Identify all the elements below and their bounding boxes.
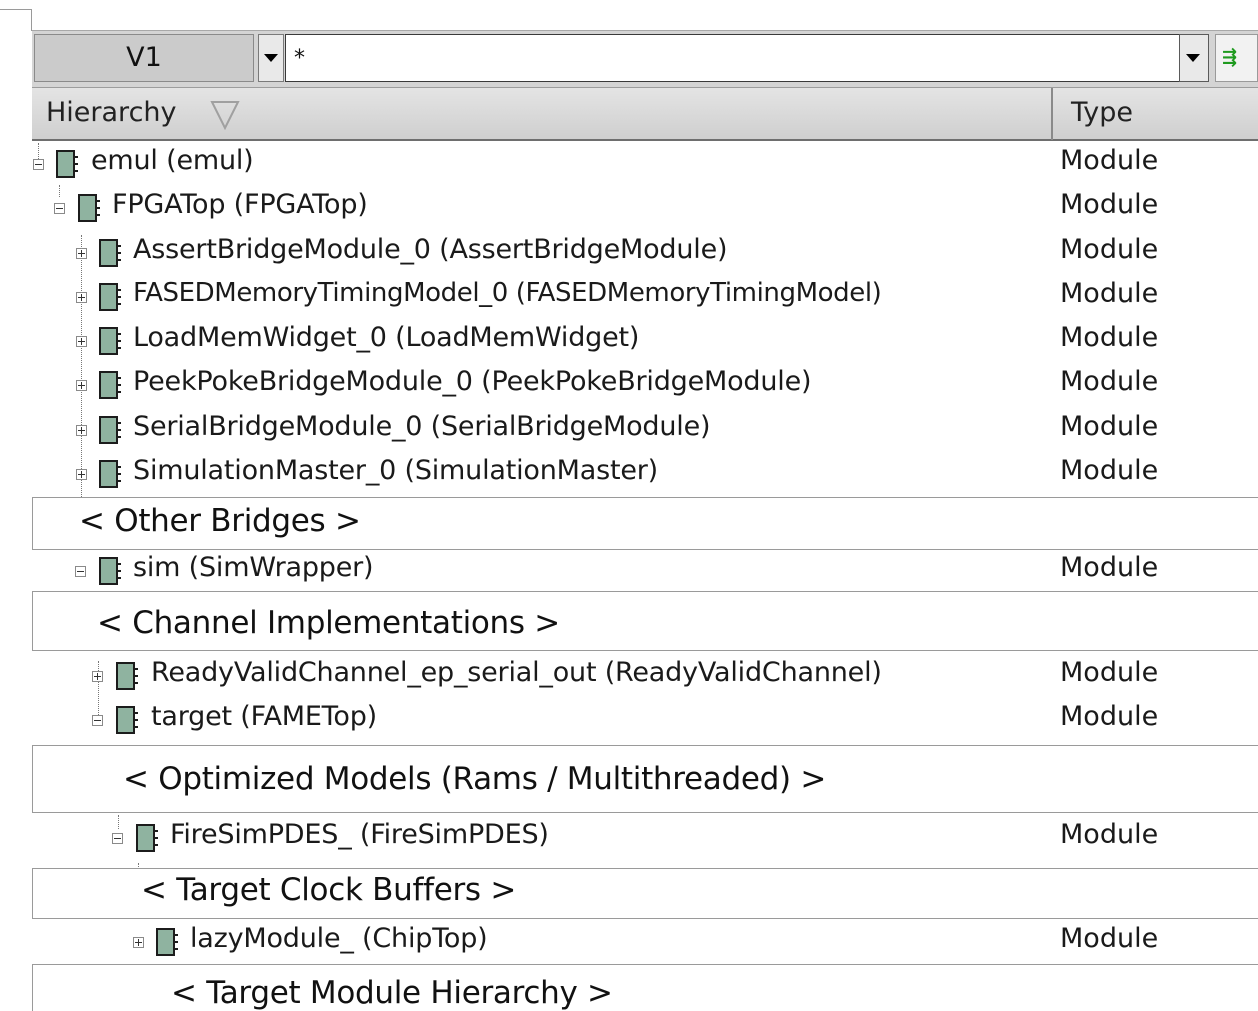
- tree-row-fased[interactable]: FASEDMemoryTimingModel_0 (FASEDMemoryTim…: [0, 278, 1258, 318]
- tree-item-label: emul (emul): [91, 145, 254, 176]
- section-label: < Target Module Hierarchy >: [171, 975, 613, 1011]
- tree-item-type: Module: [1060, 322, 1159, 353]
- tree-item-label: FASEDMemoryTimingModel_0 (FASEDMemoryTim…: [133, 278, 882, 308]
- corner-frame-line: [0, 9, 32, 10]
- tree-row-sim[interactable]: sim (SimWrapper) Module: [0, 552, 1258, 592]
- tree-row-readyvalid-channel[interactable]: ReadyValidChannel_ep_serial_out (ReadyVa…: [0, 657, 1258, 697]
- tree-item-label: FPGATop (FPGATop): [112, 189, 368, 220]
- module-icon: [99, 557, 121, 585]
- tree-item-label: lazyModule_ (ChipTop): [190, 923, 488, 954]
- section-separator-target-module-hierarchy: < Target Module Hierarchy >: [32, 964, 1258, 1011]
- module-icon: [99, 460, 121, 488]
- expand-icon[interactable]: [76, 469, 87, 480]
- filter-apply-icon: ⇶: [1222, 47, 1238, 68]
- tree-item-type: Module: [1060, 552, 1159, 583]
- expand-icon[interactable]: [76, 380, 87, 391]
- module-icon: [156, 928, 178, 956]
- section-separator-optimized-models: < Optimized Models (Rams / Multithreaded…: [32, 745, 1258, 813]
- tree-item-type: Module: [1060, 278, 1159, 309]
- expand-icon[interactable]: [76, 425, 87, 436]
- filter-input[interactable]: [285, 34, 1183, 82]
- tree-item-label: target (FAMETop): [151, 701, 377, 732]
- filter-apply-button[interactable]: ⇶: [1215, 34, 1258, 82]
- corner-frame-line: [31, 9, 32, 31]
- hierarchy-tree: emul (emul) Module FPGATop (FPGATop) Mod…: [0, 141, 1258, 1011]
- chevron-down-icon: [1186, 54, 1200, 62]
- tree-item-label: sim (SimWrapper): [133, 552, 374, 583]
- tree-row-lazy-module[interactable]: lazyModule_ (ChipTop) Module: [0, 923, 1258, 963]
- tree-header: Hierarchy Type: [32, 87, 1258, 141]
- column-divider[interactable]: [1051, 88, 1053, 140]
- expand-icon[interactable]: [92, 671, 103, 682]
- section-separator-other-bridges: < Other Bridges >: [32, 497, 1258, 550]
- tree-row-target[interactable]: target (FAMETop) Module: [0, 701, 1258, 741]
- tree-row-simulation-master[interactable]: SimulationMaster_0 (SimulationMaster) Mo…: [0, 455, 1258, 495]
- section-label: < Optimized Models (Rams / Multithreaded…: [123, 761, 827, 797]
- tree-item-type: Module: [1060, 145, 1159, 176]
- tree-row-emul[interactable]: emul (emul) Module: [0, 145, 1258, 185]
- section-label: < Other Bridges >: [79, 503, 361, 539]
- module-icon: [99, 371, 121, 399]
- tree-item-type: Module: [1060, 234, 1159, 265]
- expand-icon[interactable]: [76, 248, 87, 259]
- tree-item-label: SerialBridgeModule_0 (SerialBridgeModule…: [133, 411, 711, 442]
- tree-item-type: Module: [1060, 455, 1159, 486]
- tree-item-type: Module: [1060, 366, 1159, 397]
- module-icon: [56, 150, 78, 178]
- tree-item-label: LoadMemWidget_0 (LoadMemWidget): [133, 322, 640, 353]
- tree-item-label: FireSimPDES_ (FireSimPDES): [170, 819, 549, 850]
- tree-item-label: ReadyValidChannel_ep_serial_out (ReadyVa…: [151, 657, 882, 688]
- section-separator-channel-implementations: < Channel Implementations >: [32, 591, 1258, 651]
- expand-icon[interactable]: [76, 336, 87, 347]
- tree-row-assert-bridge[interactable]: AssertBridgeModule_0 (AssertBridgeModule…: [0, 234, 1258, 274]
- collapse-icon[interactable]: [54, 203, 65, 214]
- tree-row-loadmem[interactable]: LoadMemWidget_0 (LoadMemWidget) Module: [0, 322, 1258, 362]
- tree-item-type: Module: [1060, 411, 1159, 442]
- tree-guide-line: [138, 863, 139, 867]
- module-icon: [78, 194, 100, 222]
- module-icon: [136, 824, 158, 852]
- chevron-down-icon: [264, 54, 278, 62]
- expand-icon[interactable]: [133, 937, 144, 948]
- collapse-icon[interactable]: [112, 833, 123, 844]
- module-icon: [116, 662, 138, 690]
- filter-dropdown-button[interactable]: [1179, 34, 1209, 82]
- tree-row-fpgatop[interactable]: FPGATop (FPGATop) Module: [0, 189, 1258, 229]
- tree-item-label: AssertBridgeModule_0 (AssertBridgeModule…: [133, 234, 728, 265]
- section-separator-target-clock-buffers: < Target Clock Buffers >: [32, 868, 1258, 919]
- module-icon: [99, 283, 121, 311]
- expand-icon[interactable]: [76, 292, 87, 303]
- tree-item-label: SimulationMaster_0 (SimulationMaster): [133, 455, 658, 486]
- module-icon: [116, 706, 138, 734]
- column-header-type[interactable]: Type: [1071, 97, 1133, 128]
- module-icon: [99, 416, 121, 444]
- tree-item-type: Module: [1060, 189, 1159, 220]
- tree-item-type: Module: [1060, 923, 1159, 954]
- tree-item-type: Module: [1060, 701, 1159, 732]
- section-label: < Channel Implementations >: [97, 605, 560, 641]
- tree-item-type: Module: [1060, 819, 1159, 850]
- tree-item-type: Module: [1060, 657, 1159, 688]
- scope-dropdown-button[interactable]: [258, 34, 284, 82]
- collapse-icon[interactable]: [92, 715, 103, 726]
- module-icon: [99, 327, 121, 355]
- collapse-icon[interactable]: [33, 159, 44, 170]
- tree-row-firesim-pdes[interactable]: FireSimPDES_ (FireSimPDES) Module: [0, 819, 1258, 859]
- module-icon: [99, 239, 121, 267]
- tree-item-label: PeekPokeBridgeModule_0 (PeekPokeBridgeMo…: [133, 366, 812, 397]
- scope-selector[interactable]: V1: [34, 34, 254, 82]
- column-header-hierarchy[interactable]: Hierarchy: [46, 97, 177, 128]
- section-label: < Target Clock Buffers >: [141, 872, 517, 908]
- toolbar: V1 ⇶: [32, 30, 1258, 87]
- collapse-icon[interactable]: [75, 566, 86, 577]
- tree-row-peekpoke[interactable]: PeekPokeBridgeModule_0 (PeekPokeBridgeMo…: [0, 366, 1258, 406]
- tree-row-serial-bridge[interactable]: SerialBridgeModule_0 (SerialBridgeModule…: [0, 411, 1258, 451]
- sort-down-triangle-icon[interactable]: [210, 98, 240, 130]
